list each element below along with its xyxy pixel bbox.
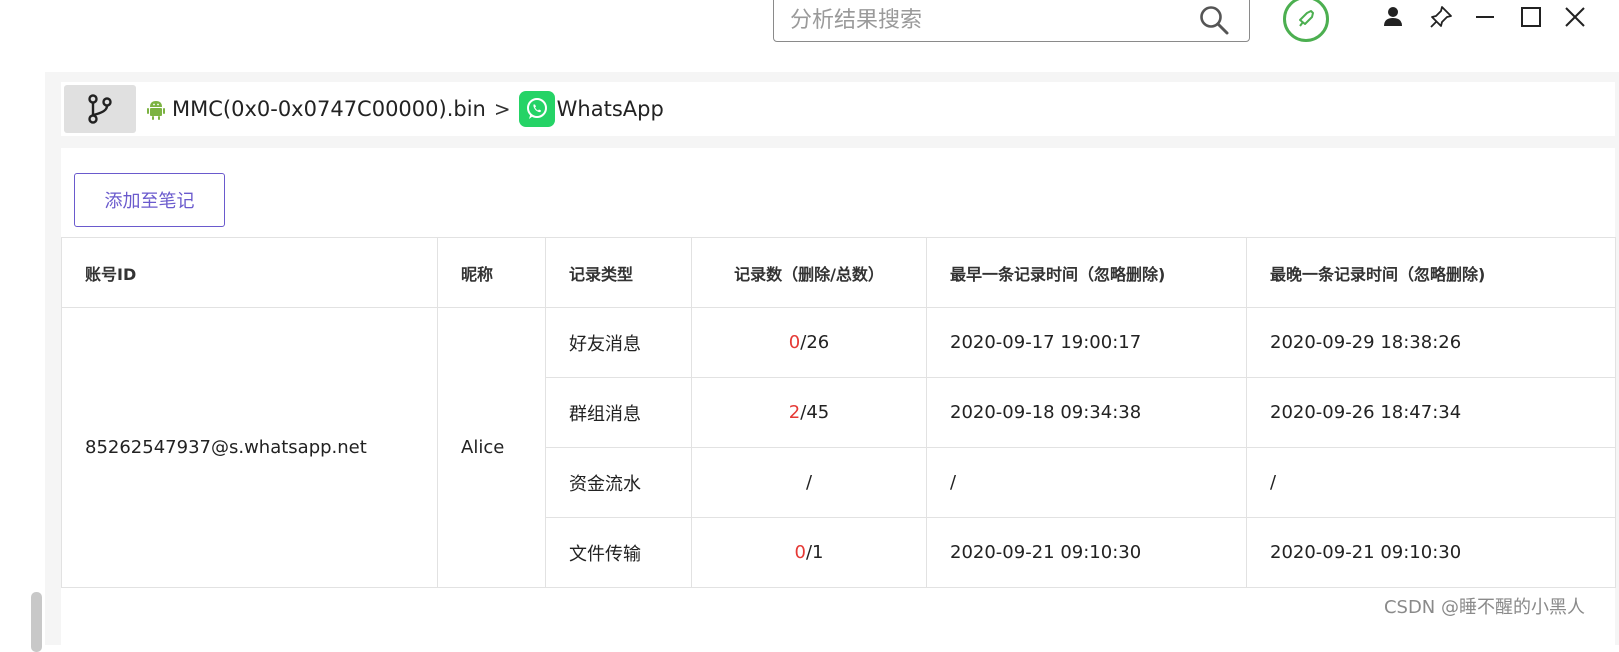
- latest-time-cell: /: [1246, 447, 1616, 518]
- latest-time-cell: 2020-09-21 09:10:30: [1246, 517, 1616, 588]
- record-type-cell: 资金流水: [545, 447, 692, 518]
- count-separator: /: [805, 472, 813, 493]
- column-header-record-count[interactable]: 记录数（删除/总数）: [691, 237, 927, 308]
- deleted-count: 2: [788, 402, 801, 423]
- user-icon[interactable]: [1380, 4, 1406, 30]
- total-count: 1: [812, 542, 824, 563]
- breadcrumb-item-whatsapp[interactable]: WhatsApp: [518, 91, 664, 127]
- column-header-record-type[interactable]: 记录类型: [545, 237, 692, 308]
- minimize-icon[interactable]: [1472, 4, 1498, 30]
- content-area: MMC(0x0-0x0747C00000).bin > WhatsApp 添加至…: [45, 72, 1619, 645]
- maximize-icon[interactable]: [1518, 4, 1544, 30]
- deleted-count: 0: [788, 332, 801, 353]
- search-input[interactable]: [788, 1, 1182, 39]
- account-id-cell: 85262547937@s.whatsapp.net: [61, 307, 438, 588]
- earliest-time-cell: 2020-09-21 09:10:30: [926, 517, 1247, 588]
- nickname-cell: Alice: [437, 307, 546, 588]
- breadcrumb-label: MMC(0x0-0x0747C00000).bin: [172, 97, 486, 121]
- record-count-cell: 2/45: [691, 377, 927, 448]
- column-header-nickname[interactable]: 昵称: [437, 237, 546, 308]
- watermark: CSDN @睡不醒的小黑人: [1383, 597, 1585, 618]
- breadcrumb-label: WhatsApp: [556, 97, 664, 121]
- earliest-time-cell: 2020-09-18 09:34:38: [926, 377, 1247, 448]
- branch-icon: [88, 94, 112, 124]
- record-type-cell: 好友消息: [545, 307, 692, 378]
- total-count: 26: [806, 332, 830, 353]
- latest-time-cell: 2020-09-29 18:38:26: [1246, 307, 1616, 378]
- table-header-row: 账号ID 昵称 记录类型 记录数（删除/总数） 最早一条记录时间（忽略删除) 最…: [61, 237, 1616, 308]
- column-header-account-id[interactable]: 账号ID: [61, 237, 438, 308]
- earliest-time-cell: 2020-09-17 19:00:17: [926, 307, 1247, 378]
- record-type-cell: 群组消息: [545, 377, 692, 448]
- main-panel: 添加至笔记 账号ID 昵称 记录类型 记录数（删除/总数） 最早一条记录时间（忽…: [61, 148, 1616, 645]
- breadcrumb-item-image[interactable]: MMC(0x0-0x0747C00000).bin: [146, 97, 486, 121]
- earliest-time-cell: /: [926, 447, 1247, 518]
- record-count-cell: /: [691, 447, 927, 518]
- breadcrumb: MMC(0x0-0x0747C00000).bin > WhatsApp: [61, 82, 1615, 136]
- search-icon[interactable]: [1197, 3, 1231, 37]
- latest-time-cell: 2020-09-26 18:47:34: [1246, 377, 1616, 448]
- add-to-notes-button[interactable]: 添加至笔记: [74, 173, 225, 227]
- total-count: 45: [806, 402, 830, 423]
- record-count-cell: 0/26: [691, 307, 927, 378]
- summary-table: 账号ID 昵称 记录类型 记录数（删除/总数） 最早一条记录时间（忽略删除) 最…: [61, 237, 1616, 588]
- android-icon: [147, 101, 165, 120]
- column-header-latest-time[interactable]: 最晚一条记录时间（忽略删除): [1246, 237, 1616, 308]
- table-row[interactable]: 85262547937@s.whatsapp.net Alice 好友消息 0/…: [61, 307, 1616, 588]
- breadcrumb-separator: >: [493, 97, 511, 121]
- record-type-cell: 文件传输: [545, 517, 692, 588]
- scrollbar-thumb[interactable]: [31, 592, 42, 652]
- close-icon[interactable]: [1562, 4, 1588, 30]
- whatsapp-icon: [518, 91, 555, 127]
- column-header-earliest-time[interactable]: 最早一条记录时间（忽略删除): [926, 237, 1247, 308]
- left-strip: [0, 72, 45, 645]
- pin-icon[interactable]: [1428, 4, 1454, 30]
- source-tree-button[interactable]: [64, 85, 136, 133]
- search-box[interactable]: [773, 0, 1250, 42]
- record-count-cell: 0/1: [691, 517, 927, 588]
- deleted-count: 0: [794, 542, 806, 563]
- notification-bell-icon[interactable]: [1283, 0, 1329, 42]
